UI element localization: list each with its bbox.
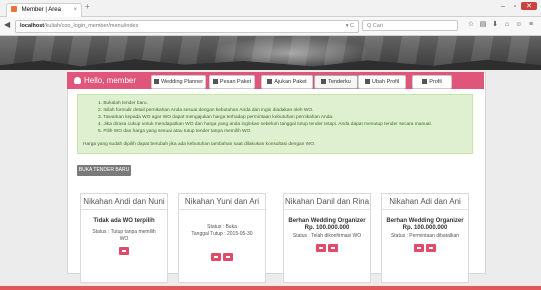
- tender-actions: [179, 253, 265, 261]
- browser-titlebar: Member | Area × + – ▫ ✕: [0, 0, 541, 17]
- new-tab-button[interactable]: +: [85, 2, 90, 11]
- tab-title: Member | Area: [21, 7, 61, 13]
- close-window-icon[interactable]: ✕: [521, 2, 537, 10]
- tab-wedding-planner[interactable]: Wedding Planner: [151, 75, 206, 89]
- tender-title: Nikahan Danil dan Rina: [284, 194, 370, 210]
- view-list-button[interactable]: [211, 253, 221, 261]
- edit-icon: [364, 78, 370, 84]
- tab-label: Wedding Planner: [160, 79, 204, 85]
- hello-text: Hello, member: [84, 76, 137, 85]
- instruction-step: 4. Jika dirasa cukup untuk mendapatkan W…: [98, 122, 432, 127]
- tab-label: Profil: [429, 79, 442, 85]
- cart-icon: [267, 78, 273, 84]
- gear-icon: [422, 78, 428, 84]
- view-list-button[interactable]: [414, 244, 424, 252]
- tender-actions: [284, 244, 370, 252]
- tender-line-2: Status : Tutup tanpa memilih: [92, 229, 156, 235]
- instruction-step: 3. Tawarkan kepada WO agar WO dapat meng…: [98, 115, 334, 120]
- tab-label: Tenderku: [328, 79, 351, 85]
- toolbar-icons: ☆ ▤ ⬇ ⌂ ☺ ≡: [465, 20, 537, 28]
- url-host: localhost: [20, 23, 45, 29]
- tender-title: Nikahan Yuni dan Ari: [179, 194, 265, 210]
- tender-line-2: Tanggal Tutup : 2015-05-30: [191, 231, 253, 237]
- tab-pesan-paket[interactable]: Pesan Paket: [209, 75, 255, 89]
- instruction-step: 5. Pilih WO dan harga yang sesuai atau t…: [98, 129, 252, 134]
- instructions-alert: 1. Bukalah tender baru. 2. Isilah formul…: [77, 94, 473, 154]
- tab-tenderku[interactable]: Tenderku: [314, 75, 358, 89]
- url-bar[interactable]: localhost/kuliah/coo_login_member/menu/i…: [15, 20, 359, 33]
- tab-label: Ajukan Paket: [274, 79, 307, 85]
- menu-icon[interactable]: ≡: [525, 21, 537, 28]
- tender-actions: [382, 244, 468, 252]
- settings-button[interactable]: [328, 244, 338, 252]
- account-icon[interactable]: ☺: [513, 21, 525, 28]
- tender-line-2: Rp. 100.000.000: [304, 225, 350, 231]
- delete-button[interactable]: [426, 244, 436, 252]
- user-icon: [74, 77, 81, 84]
- hero-banner: [0, 36, 541, 70]
- bookmark-star-icon[interactable]: ☆: [465, 20, 477, 28]
- tab-close-icon[interactable]: ×: [73, 4, 77, 17]
- instructions-note: Harga yang sudah dipilih dapat berubah j…: [83, 142, 316, 147]
- tender-line-1: Status : Buka: [207, 224, 237, 230]
- view-list-button[interactable]: [316, 244, 326, 252]
- reading-list-icon[interactable]: ▤: [477, 20, 489, 28]
- tender-card: Nikahan Yuni dan Ari Status : Buka Tangg…: [178, 193, 266, 283]
- tender-actions: [81, 247, 167, 255]
- tender-line-3: Status : Permintaan dibatalkan: [390, 233, 460, 239]
- tender-line-1: Berhan Wedding Organizer: [288, 218, 366, 224]
- tender-line-1: Berhan Wedding Organizer: [386, 218, 464, 224]
- tender-card: Nikahan Andi dan Nuni Tidak ada WO terpi…: [80, 193, 168, 283]
- tab-ajukan-paket[interactable]: Ajukan Paket: [261, 75, 313, 89]
- browser-navbar: ◀ localhost/kuliah/coo_login_member/menu…: [0, 17, 541, 36]
- instructions-list: 1. Bukalah tender baru. 2. Isilah formul…: [98, 100, 472, 135]
- search-input[interactable]: Q Cari: [362, 20, 458, 31]
- footer-bar: [0, 286, 541, 290]
- tender-line-3: WO: [119, 236, 129, 242]
- tender-line-1: Tidak ada WO terpilih: [93, 218, 155, 224]
- url-path: /kuliah/coo_login_member/menu/index: [44, 23, 139, 29]
- download-icon[interactable]: ⬇: [489, 20, 501, 28]
- back-icon[interactable]: ◀: [4, 20, 10, 29]
- instruction-step: 2. Isilah formulir detail pernikahan And…: [98, 108, 314, 113]
- hello-heading: Hello, member: [74, 74, 136, 87]
- minimize-icon[interactable]: –: [497, 3, 509, 10]
- instruction-step: 1. Bukalah tender baru.: [98, 101, 148, 106]
- window-controls: – ▫ ✕: [497, 2, 537, 10]
- tender-title: Nikahan Andi dan Nuni: [81, 194, 167, 210]
- gavel-icon: [321, 78, 327, 84]
- favicon-icon: [11, 6, 17, 13]
- open-new-tender-button[interactable]: BUKA TENDER BARU: [77, 165, 131, 176]
- tab-profil[interactable]: Profil: [412, 75, 452, 89]
- reload-icon[interactable]: ▾ C: [346, 21, 354, 32]
- tender-line-3: Status : Telah dikonfirmasi WO: [292, 233, 362, 239]
- maximize-icon[interactable]: ▫: [509, 3, 521, 10]
- close-tender-button[interactable]: [223, 253, 233, 261]
- browser-tab[interactable]: Member | Area ×: [6, 3, 82, 17]
- tender-card: Nikahan Danil dan Rina Berhan Wedding Or…: [283, 193, 371, 283]
- tab-label: Pesan Paket: [219, 79, 252, 85]
- tab-ubah-profil[interactable]: Ubah Profil: [358, 75, 406, 89]
- tender-title: Nikahan Adi dan Ani: [382, 194, 468, 210]
- tender-line-2: Rp. 100.000.000: [402, 225, 448, 231]
- planner-icon: [153, 78, 159, 84]
- delete-button[interactable]: [119, 247, 129, 255]
- home-icon[interactable]: ⌂: [501, 21, 513, 28]
- tender-card: Nikahan Adi dan Ani Berhan Wedding Organ…: [381, 193, 469, 283]
- cart-icon: [212, 78, 218, 84]
- tab-label: Ubah Profil: [371, 79, 400, 85]
